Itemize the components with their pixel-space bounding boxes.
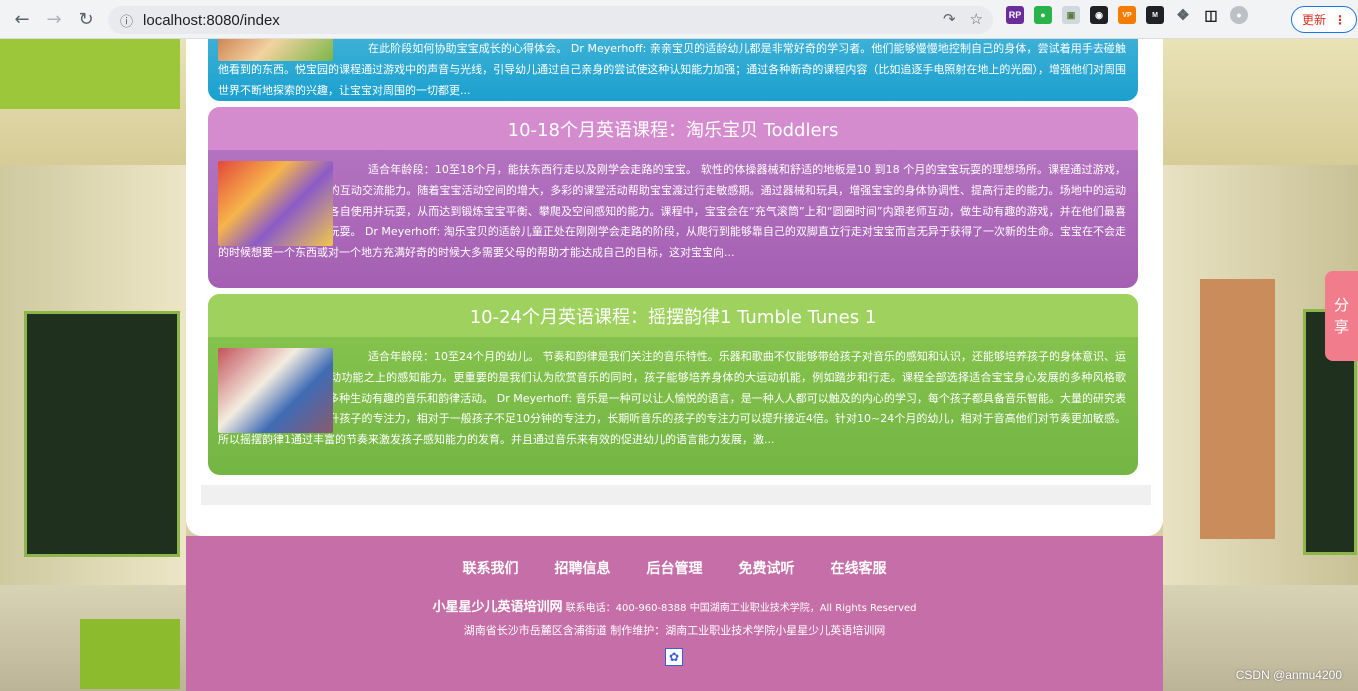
forward-arrow-icon[interactable]: → [38,3,70,35]
course-text: 在此阶段如何协助宝宝成长的心得体会。 Dr Meyerhoff: 亲亲宝贝的适龄… [218,42,1126,97]
footer-info: 小星星少儿英语培训网 联系电话：400-960-8388 中国湖南工业职业技术学… [186,596,1163,615]
site-footer: 联系我们 招聘信息 后台管理 免费试听 在线客服 小星星少儿英语培训网 联系电话… [186,536,1163,691]
update-button[interactable]: 更新 ⋮ [1291,6,1357,33]
bookmark-star-icon[interactable]: ☆ [970,10,983,28]
reload-icon[interactable]: ↻ [70,3,102,35]
address-bar[interactable]: ⓘ localhost:8080/index ↷ ☆ [108,6,993,34]
bg-cabinet [80,619,180,689]
update-button-label: 更新 [1302,13,1327,27]
course-thumbnail[interactable] [218,348,333,433]
markdown-extension-icon[interactable]: M [1146,6,1164,24]
menu-dots-icon[interactable]: ⋮ [1334,13,1346,27]
pagination-bar [201,485,1151,505]
course-card-1[interactable]: 10-18个月英语课程：淘乐宝贝 Toddlers 适合年龄段：10至18个月，… [208,107,1138,288]
footer-contact: 联系电话：400-960-8388 中国湖南工业职业技术学院，All Right… [565,603,917,614]
watermark: CSDN @anmu4200 [1235,668,1342,682]
share-label-2: 享 [1333,318,1349,336]
course-title[interactable]: 10-18个月英语课程：淘乐宝贝 Toddlers [208,107,1138,150]
chat-extension-icon[interactable]: ● [1034,6,1052,24]
footer-link-admin[interactable]: 后台管理 [647,558,703,578]
course-text: 适合年龄段：10至18个月，能扶东西行走以及刚学会走路的宝宝。 软性的体操器械和… [218,163,1126,260]
footer-link-jobs[interactable]: 招聘信息 [555,558,611,578]
share-label-1: 分 [1333,296,1349,314]
course-card-0[interactable]: 在此阶段如何协助宝宝成长的心得体会。 Dr Meyerhoff: 亲亲宝贝的适龄… [208,39,1138,101]
course-card-2[interactable]: 10-24个月英语课程：摇摆韵律1 Tumble Tunes 1 适合年龄段：1… [208,294,1138,475]
puzzle-extensions-icon[interactable]: ❖ [1174,6,1192,24]
side-panel-icon[interactable]: ◫ [1202,6,1220,24]
course-thumbnail[interactable] [218,39,333,61]
footer-link-service[interactable]: 在线客服 [831,558,887,578]
back-arrow-icon[interactable]: ← [6,3,38,35]
url-text: localhost:8080/index [143,11,280,29]
course-body: 适合年龄段：10至18个月，能扶东西行走以及刚学会走路的宝宝。 软性的体操器械和… [208,150,1138,272]
profile-avatar-icon[interactable]: ● [1230,6,1248,24]
mask-extension-icon[interactable]: ◉ [1090,6,1108,24]
course-text: 适合年龄段：10至24个月的幼儿。 节奏和韵律是我们关注的音乐特性。乐器和歌曲不… [218,350,1126,447]
rp-extension-icon[interactable]: RP [1006,6,1024,24]
bg-board-right [1200,279,1275,539]
browser-toolbar: ← → ↻ ⓘ localhost:8080/index ↷ ☆ RP ● ▣ … [0,0,1358,39]
paw-icon[interactable]: ✿ [665,648,683,666]
footer-link-trial[interactable]: 免费试听 [739,558,795,578]
bg-shelf [0,39,180,109]
bg-blackboard-left [24,311,180,557]
vpn-extension-icon[interactable]: VP [1118,6,1136,24]
image-extension-icon[interactable]: ▣ [1062,6,1080,24]
course-thumbnail[interactable] [218,161,333,246]
footer-nav: 联系我们 招聘信息 后台管理 免费试听 在线客服 [186,558,1163,578]
course-body: 适合年龄段：10至24个月的幼儿。 节奏和韵律是我们关注的音乐特性。乐器和歌曲不… [208,337,1138,459]
share-page-icon[interactable]: ↷ [943,10,956,28]
footer-link-contact[interactable]: 联系我们 [463,558,519,578]
course-body: 在此阶段如何协助宝宝成长的心得体会。 Dr Meyerhoff: 亲亲宝贝的适龄… [208,39,1138,101]
share-tab[interactable]: 分 享 [1325,271,1358,361]
footer-brand: 小星星少儿英语培训网 [432,600,563,615]
site-info-icon[interactable]: ⓘ [120,11,133,30]
footer-address: 湖南省长沙市岳麓区含浦街道 制作维护：湖南工业职业技术学院小星星少儿英语培训网 [463,624,886,637]
course-title[interactable]: 10-24个月英语课程：摇摆韵律1 Tumble Tunes 1 [208,294,1138,337]
